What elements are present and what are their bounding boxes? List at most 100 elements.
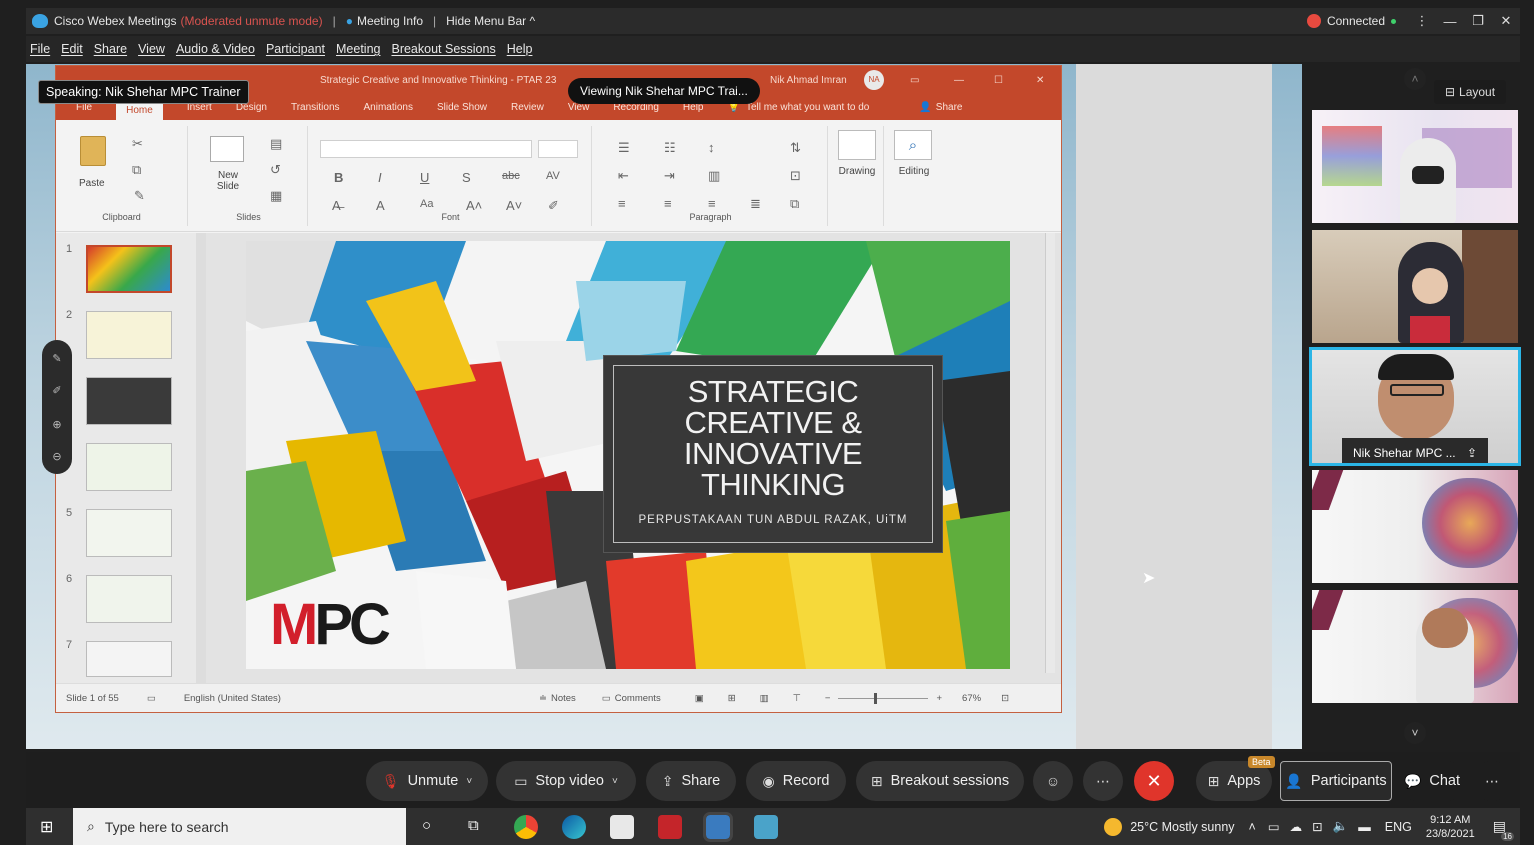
pointer-icon[interactable]: ✎	[42, 352, 72, 365]
bullets-icon[interactable]: ☰	[618, 140, 630, 156]
format-painter-icon[interactable]: ✎	[134, 188, 145, 204]
increase-indent-icon[interactable]: ⇥	[664, 168, 675, 184]
normal-view-icon[interactable]: ▣	[695, 693, 704, 704]
breakout-sessions-button[interactable]: ⊞ Breakout sessions	[856, 761, 1024, 801]
panel-options-button[interactable]: ⋯	[1472, 761, 1512, 801]
ppt-close-icon[interactable]: ✕	[1036, 75, 1044, 86]
shrink-font-icon[interactable]: A˅	[506, 198, 522, 213]
align-left-icon[interactable]: ≡	[618, 196, 626, 211]
scroll-up-icon[interactable]: ˄	[1404, 68, 1426, 90]
cloud-icon[interactable]: ☁	[1290, 819, 1303, 834]
zoom-slider[interactable]	[838, 692, 929, 704]
bold-icon[interactable]: B	[334, 170, 343, 185]
menu-audio-video[interactable]: Audio & Video	[176, 42, 255, 56]
align-right-icon[interactable]: ≡	[708, 196, 716, 211]
connection-status[interactable]: Connected	[1306, 14, 1396, 28]
new-slide-icon[interactable]	[210, 136, 244, 162]
italic-icon[interactable]: I	[378, 170, 382, 185]
zoom-out-icon[interactable]: −	[825, 693, 831, 704]
menu-view[interactable]: View	[138, 42, 165, 56]
webex-taskbar-icon[interactable]	[703, 812, 733, 842]
current-slide[interactable]: STRATEGIC CREATIVE & INNOVATIVE THINKING…	[246, 241, 1010, 669]
menu-breakout-sessions[interactable]: Breakout Sessions	[391, 42, 495, 56]
more-vertical-icon[interactable]: ⋮	[1408, 13, 1436, 29]
taskbar-clock[interactable]: 9:12 AM 23/8/2021	[1426, 813, 1475, 841]
align-center-icon[interactable]: ≡	[664, 196, 672, 211]
layout-icon[interactable]: ▤	[270, 136, 282, 152]
ribbon-display-icon[interactable]: ▭	[910, 75, 919, 86]
slide-title-box[interactable]: STRATEGIC CREATIVE & INNOVATIVE THINKING…	[603, 355, 943, 553]
menu-help[interactable]: Help	[507, 42, 533, 56]
record-button[interactable]: ◉ Record	[746, 761, 846, 801]
slide-thumbnail-6[interactable]	[86, 575, 172, 623]
zoom-level[interactable]: 67%	[962, 693, 981, 704]
stop-video-button[interactable]: ▭ Stop video ˅	[496, 761, 636, 801]
slideshow-view-icon[interactable]: ⊤	[793, 693, 801, 704]
monitor-icon[interactable]: ▭	[1268, 819, 1280, 834]
participant-video-active-speaker[interactable]: Nik Shehar MPC ... ⇪	[1309, 347, 1521, 466]
slide-thumbnail-2[interactable]	[86, 311, 172, 359]
slide-thumbnail-7[interactable]	[86, 641, 172, 677]
strikethrough-icon[interactable]: abc	[502, 170, 520, 182]
paste-icon[interactable]	[80, 136, 106, 166]
store-icon[interactable]	[610, 815, 634, 839]
participant-video-2[interactable]	[1312, 230, 1518, 343]
notification-icon[interactable]: ▤ 16	[1493, 818, 1514, 841]
new-slide-button[interactable]: New Slide	[206, 170, 250, 192]
network-icon[interactable]: ⊡	[1312, 819, 1322, 834]
line-spacing-icon[interactable]: ↕	[708, 140, 715, 155]
pen-icon[interactable]: ✐	[42, 384, 72, 397]
find-icon[interactable]: ⌕	[894, 130, 932, 160]
ppt-user-avatar[interactable]: NA	[864, 70, 884, 90]
clear-format-icon[interactable]: A̶	[332, 198, 341, 213]
copy-icon[interactable]: ⧉	[132, 162, 141, 178]
underline-icon[interactable]: U	[420, 170, 429, 185]
slide-thumbnail-1[interactable]	[86, 245, 172, 293]
notes-button[interactable]: Notes	[551, 693, 576, 704]
menu-meeting[interactable]: Meeting	[336, 42, 380, 56]
editing-button[interactable]: Editing	[888, 166, 940, 177]
unmute-button[interactable]: 🎙 Unmute ˅	[366, 761, 488, 801]
ppt-minimize-icon[interactable]: —	[954, 75, 964, 86]
numbering-icon[interactable]: ☷	[664, 140, 676, 156]
decrease-indent-icon[interactable]: ⇤	[618, 168, 629, 184]
chevron-up-icon[interactable]: ˄	[1249, 820, 1256, 834]
notes-page-icon[interactable]: ▭	[147, 693, 156, 704]
align-text-icon[interactable]: ⊡	[790, 168, 801, 184]
font-name-input[interactable]	[320, 140, 532, 158]
taskbar-search-box[interactable]: ⌕ Type here to search	[73, 808, 406, 845]
scroll-down-icon[interactable]: ˅	[1404, 722, 1426, 744]
windows-start-icon[interactable]: ⊞	[40, 817, 53, 837]
acrobat-icon[interactable]	[658, 815, 682, 839]
slide-thumbnail-5[interactable]	[86, 509, 172, 557]
menu-edit[interactable]: Edit	[61, 42, 83, 56]
task-view-icon[interactable]: ⧉	[468, 817, 479, 834]
restore-icon[interactable]: ❐	[1464, 13, 1492, 29]
leave-meeting-button[interactable]: ✕	[1134, 761, 1174, 801]
participant-video-5[interactable]	[1312, 590, 1518, 703]
text-direction-icon[interactable]: ⇅	[790, 140, 801, 156]
thumbnail-scrollbar[interactable]	[196, 233, 206, 683]
reactions-button[interactable]: ☺	[1033, 761, 1073, 801]
change-case-icon[interactable]: Aa	[420, 198, 433, 210]
tab-animations[interactable]: Animations	[364, 102, 413, 113]
fit-slide-icon[interactable]: ⊡	[1001, 693, 1009, 704]
columns-icon[interactable]: ▥	[708, 168, 720, 184]
chevron-down-icon[interactable]: ˅	[466, 776, 472, 787]
shadow-icon[interactable]: S	[462, 170, 471, 185]
smartart-icon[interactable]: ⧉	[790, 196, 799, 212]
reading-view-icon[interactable]: ▥	[760, 693, 769, 704]
chevron-down-icon[interactable]: ˅	[612, 776, 618, 787]
participant-video-4[interactable]	[1312, 470, 1518, 583]
slide-thumbnail-3[interactable]	[86, 377, 172, 425]
comments-button[interactable]: Comments	[615, 693, 661, 704]
cortana-icon[interactable]: ○	[422, 817, 431, 834]
input-language[interactable]: ENG	[1385, 820, 1412, 834]
slide-sorter-icon[interactable]: ⊞	[728, 693, 736, 704]
font-color-icon[interactable]: A	[376, 198, 385, 213]
chrome-icon[interactable]	[514, 815, 538, 839]
volume-icon[interactable]: 🔈	[1333, 819, 1349, 834]
layout-button[interactable]: ⊟ Layout	[1434, 80, 1506, 104]
app-taskbar-icon[interactable]	[754, 815, 778, 839]
char-spacing-icon[interactable]: AV	[546, 170, 560, 182]
